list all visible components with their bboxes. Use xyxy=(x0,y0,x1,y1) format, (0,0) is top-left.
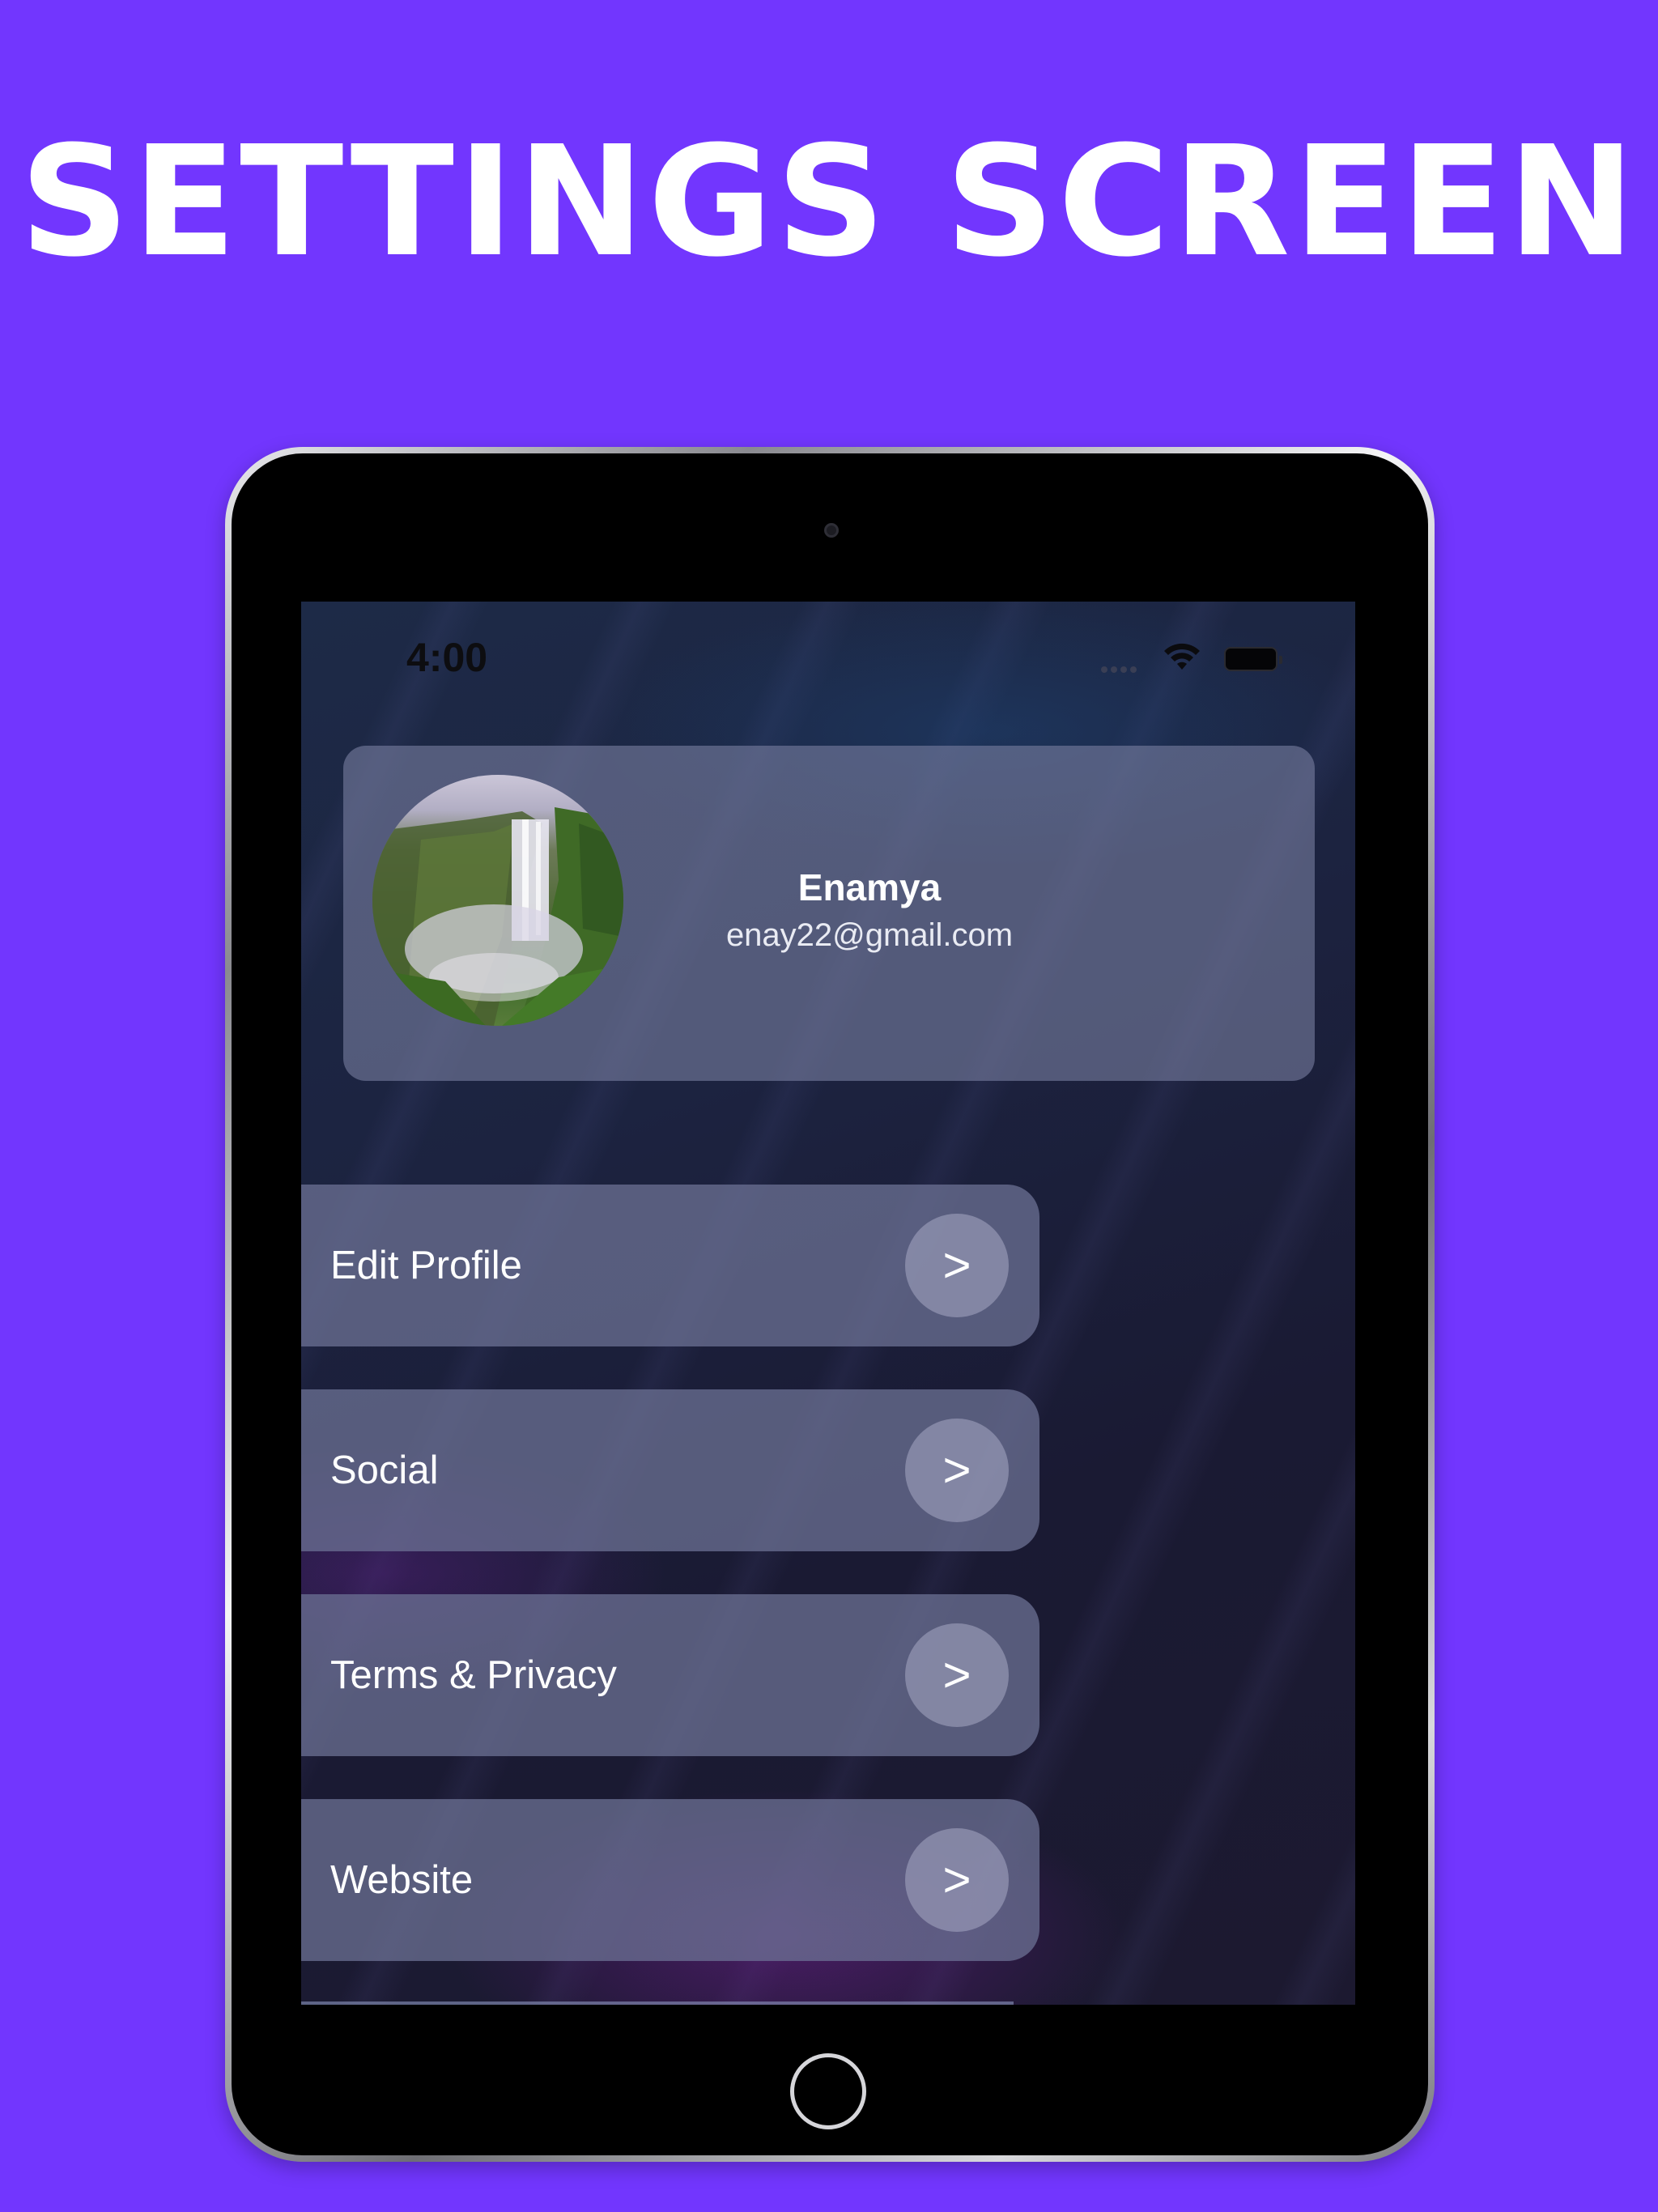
chevron-right-icon[interactable]: > xyxy=(905,1419,1009,1522)
menu-item-label: Edit Profile xyxy=(330,1244,522,1287)
avatar[interactable] xyxy=(372,775,623,1026)
menu-item-label: Website xyxy=(330,1858,474,1902)
menu-item-terms-privacy[interactable]: Terms & Privacy > xyxy=(301,1594,1039,1756)
menu-item-edit-profile[interactable]: Edit Profile > xyxy=(301,1185,1039,1346)
signal-icon xyxy=(1101,666,1137,673)
status-time: 4:00 xyxy=(406,635,488,680)
profile-name: Enamya xyxy=(797,866,942,908)
page-headline: SETTINGS SCREEN xyxy=(19,113,1639,291)
wifi-icon xyxy=(1164,643,1200,670)
menu-item-label: Social xyxy=(330,1448,439,1492)
menu-item-website[interactable]: Website > xyxy=(301,1799,1039,1961)
app-screen: 4:00 Enamya enay22@gmail.com Edit Profil… xyxy=(301,602,1355,2005)
chevron-right-icon[interactable]: > xyxy=(905,1623,1009,1727)
chevron-right-icon[interactable]: > xyxy=(905,1214,1009,1317)
battery-icon xyxy=(1224,647,1282,671)
chevron-right-icon[interactable]: > xyxy=(905,1828,1009,1932)
screen-edge-divider xyxy=(301,2001,1014,2005)
home-button[interactable] xyxy=(790,2053,866,2129)
profile-email: enay22@gmail.com xyxy=(725,917,1014,953)
profile-card[interactable]: Enamya enay22@gmail.com xyxy=(343,746,1315,1081)
front-camera xyxy=(824,523,839,538)
menu-item-social[interactable]: Social > xyxy=(301,1389,1039,1551)
menu-item-label: Terms & Privacy xyxy=(330,1653,617,1697)
